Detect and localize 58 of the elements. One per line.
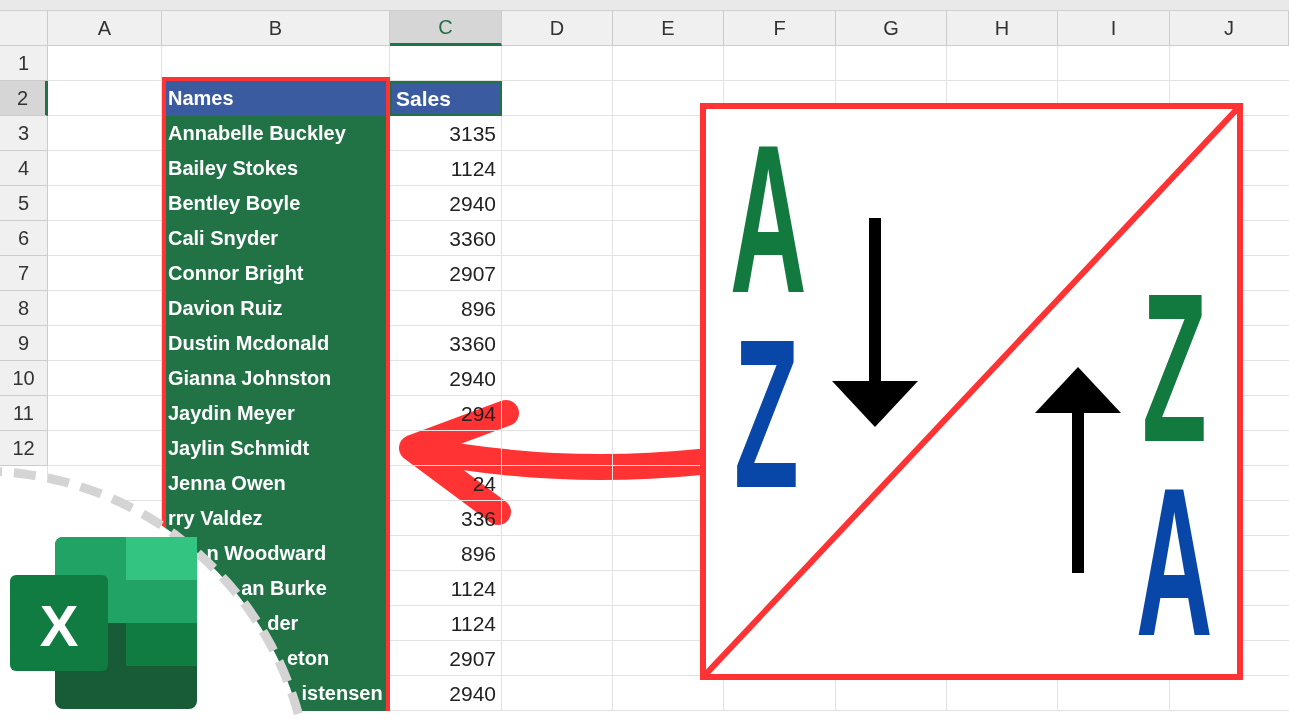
row-header[interactable]: 1	[0, 46, 48, 81]
name-cell: Jaydin Meyer	[162, 396, 390, 431]
column-header[interactable]: I	[1058, 11, 1170, 46]
column-header[interactable]: H	[947, 11, 1058, 46]
sort-letter: A	[730, 140, 807, 298]
sales-cell-text: 1124	[449, 610, 497, 637]
sort-letter: Z	[1142, 289, 1207, 447]
sales-cell-text: 2940	[448, 190, 497, 217]
spreadsheet-logo: X	[10, 537, 197, 709]
sales-cell-text: 3135	[448, 120, 497, 147]
sales-cell-text: 2907	[448, 645, 497, 672]
row-header[interactable]: 10	[0, 361, 48, 396]
row-header[interactable]: 3	[0, 116, 48, 151]
sales-cell-text: 2940	[448, 365, 497, 392]
name-cell: Gianna Johnston	[162, 361, 390, 396]
sales-cell-text: 2940	[448, 680, 497, 707]
name-cell: Bentley Boyle	[162, 186, 390, 221]
name-cell: Bailey Stokes	[162, 151, 390, 186]
row-header[interactable]: 8	[0, 291, 48, 326]
name-cell: Jaylin Schmidt	[162, 431, 390, 466]
name-cell: Annabelle Buckley	[162, 116, 390, 151]
column-header[interactable]: A	[48, 11, 162, 46]
column-title-cell: Names	[162, 77, 390, 116]
select-all-corner[interactable]	[0, 11, 48, 46]
down-arrow-icon	[832, 218, 918, 427]
row-header[interactable]: 12	[0, 431, 48, 466]
name-cell: Connor Bright	[162, 256, 390, 291]
sort-letter: A	[1136, 483, 1213, 641]
row-header[interactable]: 5	[0, 186, 48, 221]
column-header[interactable]: J	[1170, 11, 1289, 46]
name-cell: rry Valdez	[162, 501, 390, 536]
column-header[interactable]: C	[390, 11, 502, 46]
row-header[interactable]: 7	[0, 256, 48, 291]
column-title-cell: Sales	[390, 81, 502, 116]
sales-cell-text: 896	[459, 295, 497, 322]
column-header[interactable]: F	[724, 11, 836, 46]
column-header[interactable]: G	[836, 11, 947, 46]
name-cell: Jenna Owen	[162, 466, 390, 501]
name-cell: Cali Snyder	[162, 221, 390, 256]
sales-cell-text: 896	[459, 540, 497, 567]
name-cell: Dustin Mcdonald	[162, 326, 390, 361]
row-header[interactable]: 2	[0, 81, 48, 116]
sales-cell-text: 1124	[449, 575, 497, 602]
sales-cell-text: 3360	[448, 330, 497, 357]
sales-cell-text: 1124	[449, 155, 497, 182]
column-header[interactable]: D	[502, 11, 613, 46]
name-cell: Davion Ruiz	[162, 291, 390, 326]
sales-cell-text: 2907	[448, 260, 497, 287]
row-header[interactable]: 9	[0, 326, 48, 361]
sort-letter: Z	[734, 335, 799, 493]
column-header[interactable]: E	[613, 11, 724, 46]
up-arrow-icon	[1035, 367, 1121, 573]
sales-cell-text: 294	[459, 400, 497, 427]
row-header[interactable]: 4	[0, 151, 48, 186]
column-header[interactable]: B	[162, 11, 390, 46]
row-header[interactable]: 6	[0, 221, 48, 256]
sales-cell-text: 3360	[448, 225, 497, 252]
row-header[interactable]: 11	[0, 396, 48, 431]
